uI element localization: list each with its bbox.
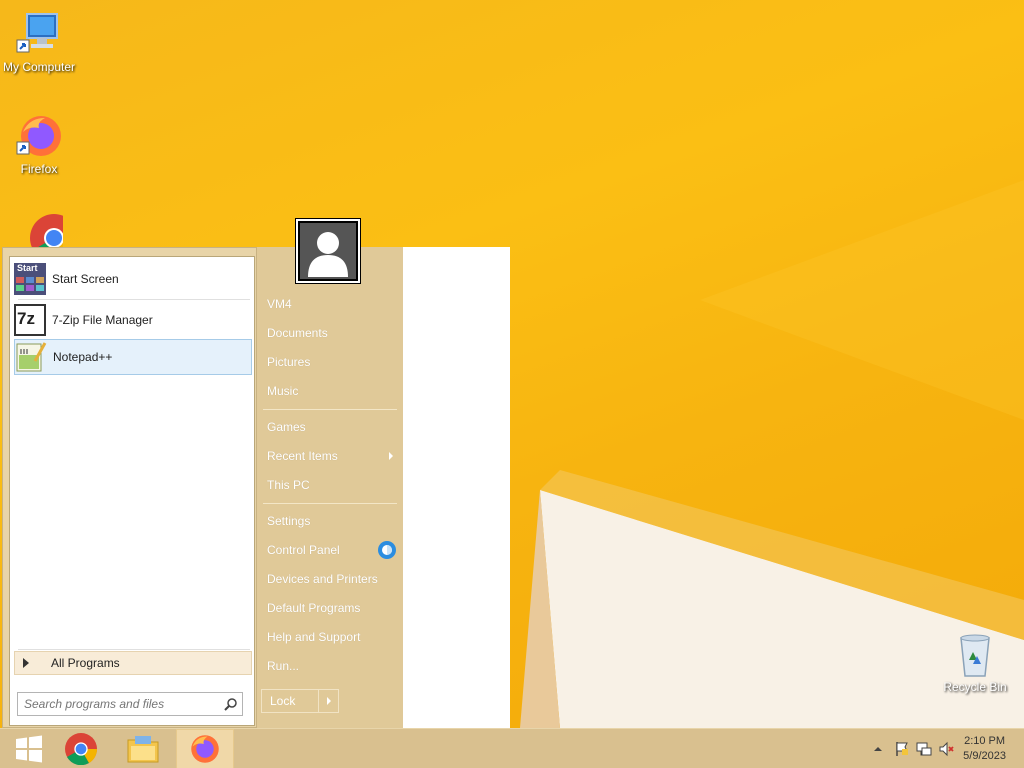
right-item-games[interactable]: Games [265, 415, 401, 439]
right-item-label: This PC [267, 478, 310, 492]
show-hidden-icons-button[interactable] [870, 741, 886, 757]
desktop-icon-label: Recycle Bin [943, 680, 1007, 694]
start-screen-icon: Start [14, 263, 46, 295]
firefox-icon [15, 112, 63, 160]
desktop-icon-recycle-bin[interactable]: Recycle Bin [935, 630, 1015, 694]
right-item-label: Run... [267, 659, 300, 673]
program-item-notepadpp[interactable]: Notepad++ [14, 339, 252, 375]
right-item-user[interactable]: VM4 [265, 292, 401, 316]
search-box [17, 692, 243, 716]
right-item-recent-items[interactable]: Recent Items [265, 444, 401, 468]
7zip-icon-text: 7z [17, 309, 35, 328]
chevron-up-icon [874, 747, 882, 751]
right-item-label: Devices and Printers [267, 572, 378, 586]
right-item-label: Documents [267, 326, 328, 340]
system-tray: 2:10 PM 5/9/2023 [844, 729, 1024, 768]
desktop-icon-my-computer[interactable]: My Computer [0, 10, 79, 74]
right-item-settings[interactable]: Settings [265, 509, 401, 533]
chevron-right-icon [326, 697, 331, 705]
right-item-this-pc[interactable]: This PC [265, 473, 401, 497]
network-icon[interactable] [916, 741, 932, 757]
taskbar-file-explorer[interactable] [114, 729, 172, 768]
start-menu-side-panel [403, 247, 510, 728]
right-item-run[interactable]: Run... [265, 654, 401, 678]
volume-muted-icon[interactable] [938, 741, 954, 757]
start-button[interactable] [0, 729, 58, 768]
right-item-default-programs[interactable]: Default Programs [265, 596, 401, 620]
all-programs-button[interactable]: All Programs [14, 651, 252, 675]
separator [263, 409, 397, 410]
right-item-label: Games [267, 420, 306, 434]
right-item-music[interactable]: Music [265, 379, 401, 403]
right-item-label: Recent Items [267, 449, 338, 463]
taskbar: 2:10 PM 5/9/2023 [0, 728, 1024, 768]
taskbar-chrome[interactable] [52, 729, 110, 768]
right-item-label: Default Programs [267, 601, 361, 615]
clock-time: 2:10 PM [964, 735, 1006, 747]
notepadpp-icon [15, 341, 47, 373]
lock-button[interactable]: Lock [262, 694, 318, 708]
windows-start-icon [16, 735, 42, 763]
programs-list: Start Start Screen 7z 7-Zip File Manager [9, 256, 255, 726]
user-avatar[interactable] [295, 218, 361, 284]
separator [18, 299, 250, 300]
desktop-icon-firefox[interactable]: Firefox [0, 112, 79, 176]
start-menu-left-panel: Start Start Screen 7z 7-Zip File Manager [2, 247, 257, 728]
separator [18, 649, 250, 650]
chevron-right-icon [389, 452, 393, 460]
7zip-icon: 7z [14, 304, 46, 336]
search-input[interactable] [18, 693, 220, 715]
user-icon [300, 223, 356, 279]
desktop-icon-label: My Computer [2, 60, 76, 74]
start-screen-icon-text: Start [17, 263, 38, 273]
computer-icon [15, 10, 63, 58]
recycle-bin-icon [951, 630, 999, 678]
program-label: Start Screen [52, 272, 119, 286]
all-programs-label: All Programs [51, 656, 120, 670]
lock-options-button[interactable] [318, 690, 338, 712]
right-item-label: Settings [267, 514, 311, 528]
program-label: 7-Zip File Manager [52, 313, 153, 327]
busy-cursor-icon [377, 540, 397, 560]
search-icon[interactable] [220, 693, 242, 715]
firefox-icon [191, 735, 219, 763]
right-item-label: Help and Support [267, 630, 361, 644]
right-item-pictures[interactable]: Pictures [265, 350, 401, 374]
separator [263, 503, 397, 504]
file-explorer-icon [127, 736, 159, 763]
clock[interactable]: 2:10 PM 5/9/2023 [963, 734, 1006, 764]
desktop-icon-label: Firefox [20, 162, 58, 176]
right-item-help-support[interactable]: Help and Support [265, 625, 401, 649]
right-item-label: VM4 [267, 297, 292, 311]
right-item-devices-printers[interactable]: Devices and Printers [265, 567, 401, 591]
program-label: Notepad++ [53, 350, 113, 364]
right-item-label: Pictures [267, 355, 311, 369]
program-item-start-screen[interactable]: Start Start Screen [14, 261, 252, 297]
right-item-label: Control Panel [267, 543, 340, 557]
right-item-label: Music [267, 384, 299, 398]
lock-button-group: Lock [261, 689, 339, 713]
program-item-7zip[interactable]: 7z 7-Zip File Manager [14, 302, 252, 338]
start-menu-right-panel: VM4 Documents Pictures Music Games Recen… [257, 247, 403, 728]
arrow-right-icon [23, 658, 29, 668]
right-item-control-panel[interactable]: Control Panel [265, 538, 401, 562]
right-item-documents[interactable]: Documents [265, 321, 401, 345]
chrome-icon [65, 733, 97, 765]
start-menu: Start Start Screen 7z 7-Zip File Manager [2, 247, 510, 728]
clock-date: 5/9/2023 [963, 750, 1006, 762]
action-center-icon[interactable] [894, 741, 910, 757]
taskbar-firefox[interactable] [176, 729, 234, 768]
